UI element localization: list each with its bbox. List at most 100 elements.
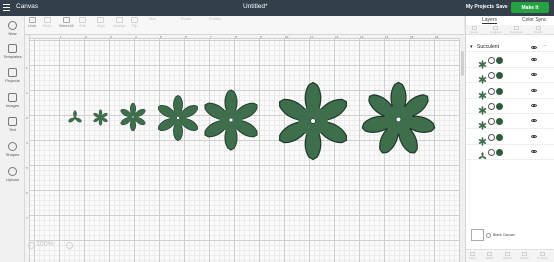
align-icon	[97, 17, 105, 23]
color-swatch[interactable]	[496, 148, 503, 156]
bottom-tool-contour[interactable]: Contour	[537, 252, 548, 260]
group-button[interactable]: Group	[470, 26, 478, 34]
bottom-tool-label: Attach	[503, 256, 512, 260]
hamburger-icon[interactable]	[3, 4, 10, 11]
ruler-number: 4	[26, 141, 28, 145]
zoom-control: 100%	[28, 241, 73, 249]
undo-button[interactable]: Undo	[28, 17, 36, 28]
color-swatch[interactable]	[496, 102, 503, 110]
more-icon[interactable]: ⋯	[542, 43, 547, 49]
blank-canvas-row[interactable]: Blank Canvas	[469, 229, 554, 243]
layer-row[interactable]	[466, 99, 554, 115]
cut-icon[interactable]	[488, 148, 495, 156]
zoom-in-icon[interactable]	[66, 242, 73, 249]
flower-shape[interactable]	[154, 94, 202, 147]
bottom-tool-slice[interactable]: Slice	[469, 252, 476, 260]
color-swatch[interactable]	[496, 72, 503, 80]
select-all-icon	[62, 17, 70, 23]
delete-label: Delete	[534, 30, 543, 34]
canvas-swatch[interactable]	[471, 229, 484, 241]
flower-hole	[310, 118, 316, 124]
layer-row[interactable]	[466, 114, 554, 130]
make-it-button[interactable]: Make It	[511, 2, 549, 13]
bottom-tool-label: Weld	[486, 256, 493, 260]
layer-group-header[interactable]: ▾ Succulent ⋯	[466, 43, 554, 52]
edit-button[interactable]: Edit	[79, 17, 86, 28]
sidebar-item-projects[interactable]: Projects	[0, 68, 25, 83]
my-projects-link[interactable]: My Projects	[466, 4, 494, 10]
flower-shape[interactable]	[92, 108, 109, 131]
flower-shape[interactable]	[118, 102, 148, 137]
color-swatch[interactable]	[496, 57, 503, 64]
sidebar-item-images[interactable]: Images	[0, 93, 25, 108]
ruler-number: 4	[135, 35, 137, 39]
bottom-tool-weld[interactable]: Weld	[486, 252, 493, 260]
design-canvas[interactable]	[25, 35, 460, 262]
bottom-tool-flatten[interactable]: Flatten	[520, 252, 529, 260]
eye-icon[interactable]	[531, 103, 537, 107]
flower-hole	[395, 116, 401, 122]
tab-color-sync[interactable]: Color Sync	[522, 17, 546, 23]
sidebar-item-upload[interactable]: Upload	[0, 167, 25, 182]
flower-hole	[176, 116, 180, 120]
sidebar-item-text[interactable]: Text	[0, 117, 25, 132]
ungroup-label: Ungroup	[490, 30, 502, 34]
layer-row[interactable]	[466, 84, 554, 100]
canvas-radio[interactable]	[486, 233, 491, 238]
cut-icon[interactable]	[488, 118, 495, 126]
eye-icon[interactable]	[531, 149, 537, 153]
cut-icon[interactable]	[488, 133, 495, 141]
rotate-group: Rotate	[181, 17, 191, 21]
arrange-button[interactable]: Arrange	[113, 17, 125, 28]
flower-shape[interactable]	[199, 88, 263, 157]
flower-shape[interactable]	[67, 110, 83, 131]
flip-button[interactable]: Flip	[131, 17, 138, 28]
zoom-out-icon[interactable]	[28, 242, 35, 249]
ruler-left: 1 2 3 4 5 6 7	[25, 35, 30, 262]
layer-row[interactable]	[466, 145, 554, 160]
scrollbar-thumb[interactable]	[461, 51, 464, 76]
ungroup-button[interactable]: Ungroup	[490, 26, 502, 34]
ruler-number: 1	[60, 35, 62, 39]
eye-icon[interactable]	[531, 119, 537, 123]
cut-icon[interactable]	[488, 87, 495, 95]
ruler-number: 16	[435, 35, 439, 39]
cut-icon[interactable]	[488, 102, 495, 110]
edit-label: Edit	[79, 24, 86, 28]
select-all-button[interactable]: Select All	[59, 17, 73, 28]
flower-shape[interactable]	[272, 80, 354, 167]
align-button[interactable]: Align	[97, 17, 105, 28]
document-title: Untitled*	[243, 3, 268, 10]
sidebar-item-label: Upload	[6, 177, 19, 182]
layer-row[interactable]	[466, 130, 554, 146]
save-button[interactable]: Save	[496, 4, 508, 10]
upload-icon	[8, 167, 17, 176]
undo-label: Undo	[28, 24, 37, 28]
layer-row[interactable]	[466, 53, 554, 69]
cut-icon[interactable]	[488, 72, 495, 80]
eye-icon[interactable]	[531, 46, 537, 49]
arrange-icon	[115, 17, 123, 23]
bottom-tool-attach[interactable]: Attach	[503, 252, 512, 260]
color-swatch[interactable]	[496, 118, 503, 126]
sidebar-item-templates[interactable]: Templates	[0, 44, 25, 59]
flower-center	[480, 139, 485, 143]
delete-button[interactable]: Delete	[534, 26, 543, 34]
sidebar-item-label: Shapes	[5, 152, 20, 157]
chevron-down-icon[interactable]: ▾	[470, 44, 473, 50]
eye-icon[interactable]	[531, 88, 537, 92]
ruler-number: 15	[410, 35, 414, 39]
eye-icon[interactable]	[531, 58, 537, 61]
sidebar-item-shapes[interactable]: Shapes	[0, 142, 25, 157]
color-swatch[interactable]	[496, 87, 503, 95]
color-swatch[interactable]	[496, 133, 503, 141]
duplicate-button[interactable]: Duplicate	[510, 26, 523, 34]
eye-icon[interactable]	[531, 73, 537, 77]
layer-row[interactable]	[466, 68, 554, 85]
cut-icon[interactable]	[488, 57, 495, 64]
flower-shape[interactable]	[359, 80, 438, 164]
sidebar-item-new[interactable]: New	[0, 21, 25, 36]
redo-button[interactable]: Redo	[43, 17, 51, 28]
tab-layers[interactable]: Layers	[482, 17, 498, 24]
eye-icon[interactable]	[531, 134, 537, 138]
